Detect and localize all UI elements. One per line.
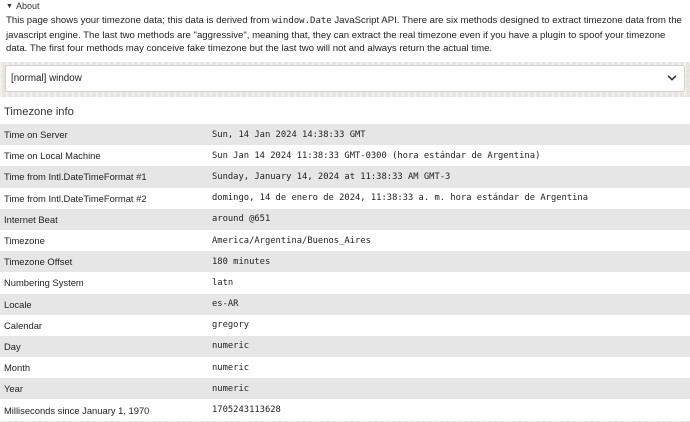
row-label: Day [4, 340, 21, 352]
about-code-window-date: window.Date [272, 16, 332, 26]
row-label: Locale [4, 298, 32, 310]
row-label: Internet Beat [4, 213, 58, 225]
timezone-info-panel: Timezone info Time on Server Sun, 14 Jan … [0, 97, 690, 421]
about-summary-label: About [15, 1, 40, 11]
row-label: Numbering System [4, 277, 84, 289]
table-row: Time on Local Machine Sun Jan 14 2024 11:… [0, 145, 690, 167]
table-row: Locale es-AR [0, 293, 690, 315]
about-description: This page shows your timezone data; this… [6, 14, 684, 56]
row-value: domingo, 14 de enero de 2024, 11:38:33 a… [212, 193, 589, 204]
row-value: Sunday, January 14, 2024 at 11:38:33 AM … [212, 171, 451, 182]
row-value: around @651 [212, 214, 271, 225]
table-row: Internet Beat around @651 [0, 208, 690, 230]
about-summary-toggle[interactable]: ▼ About [6, 0, 39, 12]
row-label: Calendar [4, 319, 43, 331]
row-value: 180 minutes [212, 256, 271, 267]
row-label: Time on Server [4, 129, 68, 141]
row-value: Sun, 14 Jan 2024 14:38:33 GMT [212, 129, 366, 140]
row-label: Year [4, 383, 23, 395]
row-label: Timezone [4, 235, 45, 247]
row-value: es-AR [212, 299, 239, 310]
row-label: Time from Intl.DateTimeFormat #1 [4, 171, 147, 183]
table-row: Time from Intl.DateTimeFormat #2 domingo,… [0, 187, 690, 209]
table-row: Timezone America/Argentina/Buenos_Aires [0, 229, 690, 252]
row-label: Time on Local Machine [4, 150, 101, 162]
row-label: Milliseconds since January 1, 1970 [4, 404, 150, 416]
mode-select[interactable]: [normal] window [5, 65, 685, 92]
timezone-info-table: Time on Server Sun, 14 Jan 2024 14:38:33 … [0, 124, 690, 421]
table-row: Timezone Offset 180 minutes [0, 251, 690, 273]
table-row: Calendar gregory [0, 314, 690, 336]
triangle-down-icon: ▼ [6, 3, 13, 10]
row-value: 1705243113628 [212, 405, 281, 416]
table-row: Time on Server Sun, 14 Jan 2024 14:38:33 … [0, 124, 690, 146]
table-row: Numbering System latn [0, 272, 690, 294]
table-row: Time from Intl.DateTimeFormat #1 Sunday, … [0, 166, 690, 188]
row-value: latn [212, 277, 234, 288]
row-label: Timezone Offset [4, 256, 73, 268]
table-row: Day numeric [0, 335, 690, 358]
row-value: numeric [212, 341, 250, 352]
table-row: Month numeric [0, 357, 690, 379]
row-label: Time from Intl.DateTimeFormat #2 [4, 192, 147, 204]
mode-select-value: [normal] window [11, 73, 82, 84]
row-value: numeric [212, 362, 250, 373]
table-row: Milliseconds since January 1, 1970 170524… [0, 399, 690, 421]
timezone-info-heading: Timezone info [4, 106, 74, 118]
chevron-down-icon [667, 75, 677, 81]
row-value: Sun Jan 14 2024 11:38:33 GMT-0300 (hora … [212, 150, 541, 161]
row-value: gregory [212, 320, 250, 331]
row-value: America/Argentina/Buenos_Aires [212, 235, 371, 246]
about-text-part1: This page shows your timezone data; this… [6, 15, 273, 26]
about-section: ▼ About This page shows your timezone dat… [0, 0, 690, 62]
row-label: Month [4, 362, 31, 374]
row-value: numeric [212, 383, 250, 394]
table-row: Year numeric [0, 378, 690, 400]
